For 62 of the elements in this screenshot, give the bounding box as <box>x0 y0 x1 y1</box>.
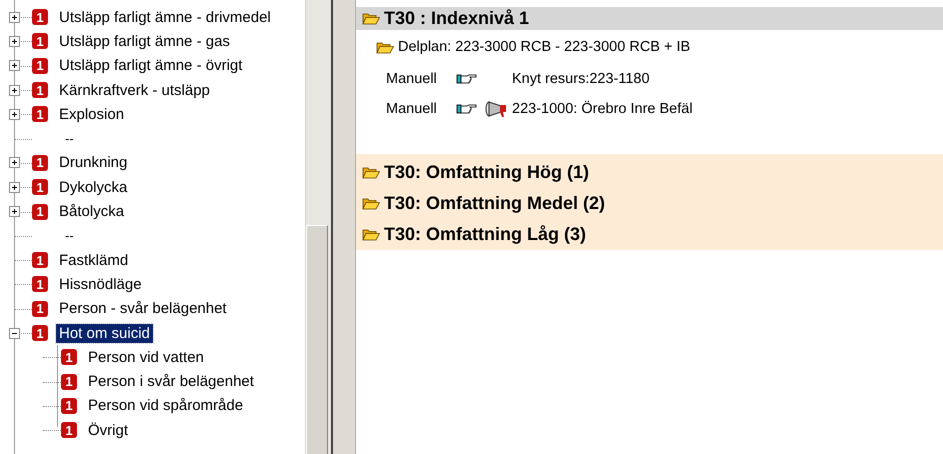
splitter[interactable] <box>331 0 356 454</box>
scroll-thumb[interactable] <box>306 225 328 454</box>
expand-icon[interactable] <box>9 84 20 96</box>
tree-item[interactable]: Person i svår belägenhet <box>85 372 257 392</box>
tree-item[interactable]: Hissnödläge <box>56 274 145 294</box>
priority-badge: 1 <box>32 276 48 292</box>
priority-badge: 1 <box>32 82 48 98</box>
tree-item[interactable]: Utsläpp farligt ämne - drivmedel <box>56 8 274 27</box>
mode-text: Manuell <box>386 101 438 117</box>
action-text: 223-1000: Örebro Inre Befäl <box>512 101 693 117</box>
megaphone-icon <box>484 100 508 118</box>
pointing-hand-icon <box>456 103 478 115</box>
folder-icon <box>376 40 394 54</box>
tree-item[interactable]: Hot om suicid <box>56 324 153 342</box>
separator-text: -- <box>65 228 74 244</box>
level-header[interactable]: T30: Omfattning Medel (2) <box>356 188 943 219</box>
folder-icon <box>362 166 380 179</box>
priority-badge: 1 <box>32 252 48 268</box>
folder-icon <box>362 228 380 241</box>
tree-item[interactable]: Övrigt <box>85 420 132 440</box>
priority-badge: 1 <box>61 398 77 414</box>
tree-item[interactable]: Explosion <box>56 104 128 124</box>
priority-badge: 1 <box>32 300 48 317</box>
priority-badge: 1 <box>32 58 48 74</box>
priority-badge: 1 <box>32 179 48 196</box>
folder-icon <box>362 12 380 25</box>
expand-icon[interactable] <box>9 12 20 23</box>
tree-item[interactable]: Person vid vatten <box>85 348 207 367</box>
priority-badge: 1 <box>32 204 48 220</box>
tree-item[interactable]: Drunkning <box>56 153 130 172</box>
priority-badge: 1 <box>61 349 77 366</box>
mode-text: Manuell <box>386 71 438 87</box>
pointing-hand-icon <box>456 73 478 85</box>
separator-text: -- <box>65 131 74 146</box>
tree-item[interactable]: Person vid spårområde <box>85 396 246 416</box>
scrollbar[interactable] <box>305 0 331 454</box>
priority-badge: 1 <box>32 33 48 50</box>
level-header[interactable]: T30 : Indexnivå 1 <box>356 7 943 30</box>
expand-icon[interactable] <box>9 157 20 168</box>
collapse-icon[interactable] <box>9 328 20 338</box>
folder-icon <box>362 197 380 210</box>
level-header[interactable]: T30: Omfattning Låg (3) <box>356 219 943 250</box>
priority-badge: 1 <box>32 9 48 26</box>
tree-item[interactable]: Person - svår belägenhet <box>56 299 230 318</box>
priority-badge: 1 <box>32 325 48 341</box>
priority-badge: 1 <box>32 154 48 171</box>
expand-icon[interactable] <box>9 182 20 193</box>
priority-badge: 1 <box>61 422 77 438</box>
plan-title: Delplan: 223-3000 RCB - 223-3000 RCB + IB <box>398 39 690 55</box>
expand-icon[interactable] <box>9 206 20 218</box>
expand-icon[interactable] <box>9 60 20 72</box>
tree-item[interactable]: Fastklämd <box>56 250 132 270</box>
tree-item[interactable]: Båtolycka <box>56 202 128 222</box>
tree-item[interactable]: Kärnkraftverk - utsläpp <box>56 80 213 100</box>
tree-item[interactable]: Utsläpp farligt ämne - övrigt <box>56 56 246 76</box>
tree-item[interactable]: Utsläpp farligt ämne - gas <box>56 32 233 51</box>
action-text: Knyt resurs:223-1180 <box>512 71 650 87</box>
tree-item[interactable]: Dykolycka <box>56 178 130 197</box>
priority-badge: 1 <box>61 374 77 390</box>
expand-icon[interactable] <box>9 108 20 120</box>
priority-badge: 1 <box>32 106 48 122</box>
expand-icon[interactable] <box>9 36 20 47</box>
